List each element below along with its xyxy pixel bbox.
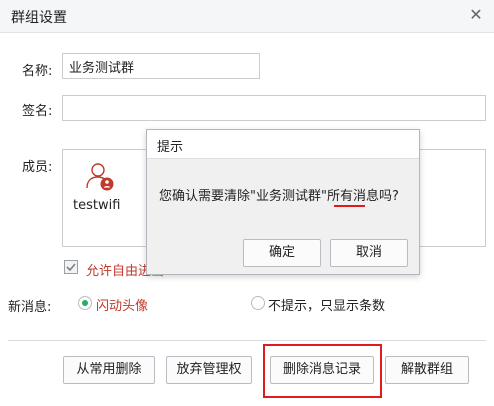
signature-field-wrapper [62, 95, 486, 121]
divider [8, 340, 486, 341]
highlight-underline [334, 205, 365, 207]
radio-flash-label[interactable]: 闪动头像 [96, 295, 148, 314]
delete-message-records-button[interactable]: 删除消息记录 [270, 356, 374, 384]
dialog-cancel-button[interactable]: 取消 [330, 239, 408, 267]
new-message-label: 新消息: [8, 300, 52, 315]
signature-input[interactable] [63, 96, 485, 120]
signature-label: 签名: [22, 104, 53, 119]
give-up-admin-button[interactable]: 放弃管理权 [166, 356, 252, 384]
radio-no-prompt[interactable] [251, 296, 265, 310]
member-name: testwifi [73, 198, 121, 213]
name-label: 名称: [22, 64, 53, 79]
radio-dot [82, 300, 88, 306]
window-title: 群组设置 [11, 10, 67, 26]
check-icon [66, 263, 76, 272]
dialog-title: 提示 [157, 140, 184, 155]
radio-no-prompt-label[interactable]: 不提示，只显示条数 [268, 295, 385, 314]
user-admin-icon [86, 163, 114, 191]
confirm-dialog: 提示 您确认需要清除"业务测试群"所有消息吗? 确定 取消 [146, 129, 420, 275]
name-input[interactable] [63, 54, 259, 78]
name-field-wrapper [62, 53, 260, 79]
checkbox[interactable] [64, 260, 78, 274]
dialog-ok-button[interactable]: 确定 [243, 239, 321, 267]
dialog-message: 您确认需要清除"业务测试群"所有消息吗? [159, 189, 399, 204]
dissolve-group-button[interactable]: 解散群组 [385, 356, 469, 384]
remove-from-common-button[interactable]: 从常用删除 [63, 356, 155, 384]
member-item[interactable]: testwifi [71, 162, 135, 222]
title-bar: 群组设置 ✕ [0, 0, 494, 33]
close-icon[interactable]: ✕ [466, 5, 486, 25]
members-label: 成员: [22, 160, 53, 175]
radio-flash-avatar[interactable] [78, 296, 92, 310]
dialog-title-bar: 提示 [147, 130, 419, 159]
